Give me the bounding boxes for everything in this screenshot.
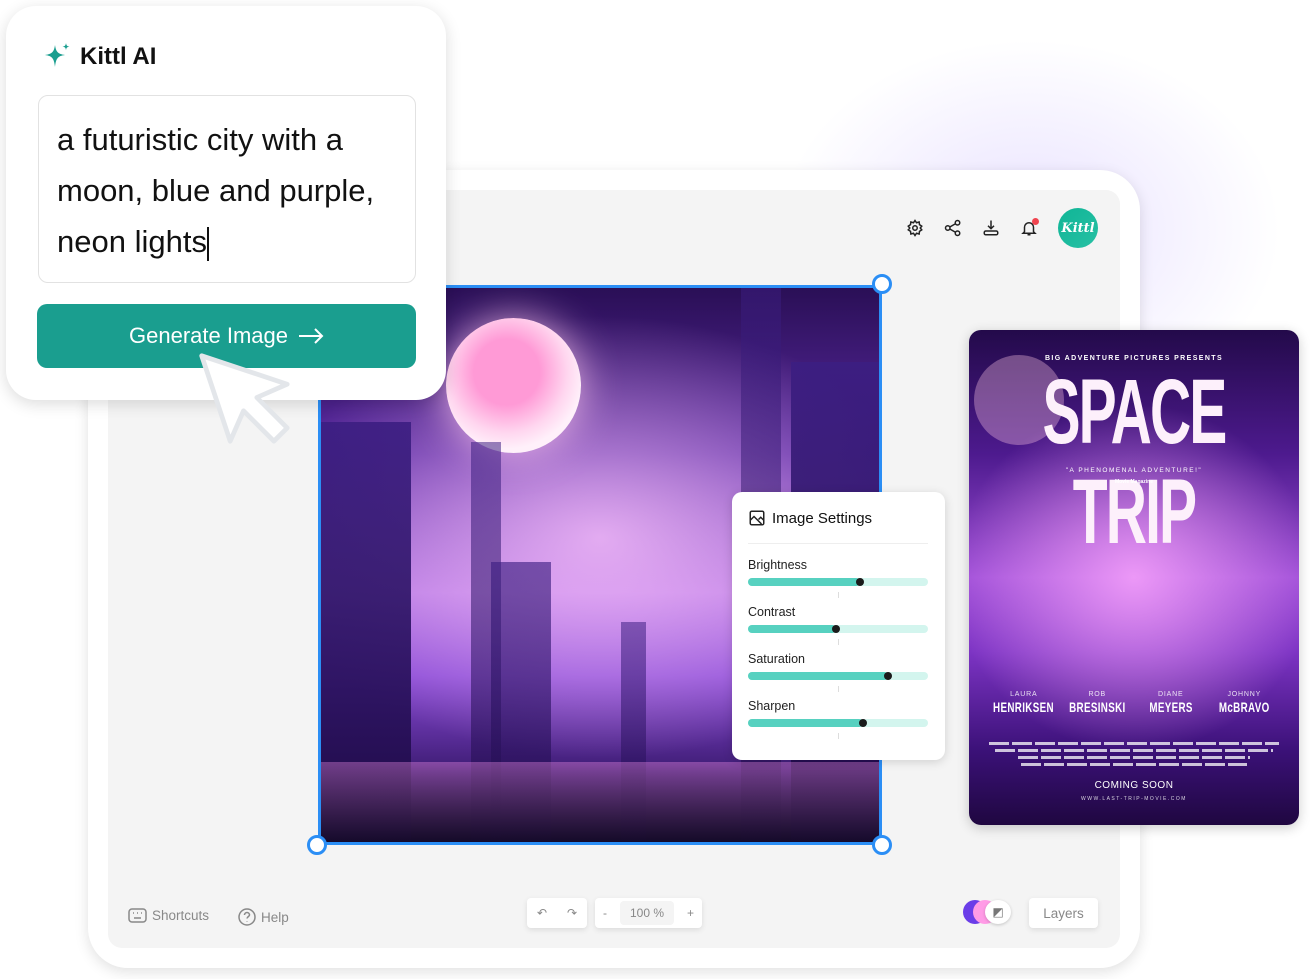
cast-member: JOHNNY McBRAVO (1218, 691, 1270, 715)
undo-redo-group: ↶ ↷ (527, 898, 587, 928)
slider-fill (748, 578, 860, 586)
top-toolbar (905, 218, 1039, 238)
kittl-ai-panel: Kittl AI a futuristic city with a moon, … (6, 6, 446, 400)
resize-handle-bottom-right[interactable] (872, 835, 892, 855)
slider-track[interactable] (748, 672, 928, 692)
cast-member: LAURA HENRIKSEN (993, 691, 1055, 715)
slider-fill (748, 625, 837, 633)
movie-poster[interactable]: BIG ADVENTURE PICTURES PRESENTS SPACE TR… (969, 330, 1299, 825)
slider-center-tick (838, 592, 839, 598)
arrow-right-icon (298, 328, 324, 344)
slider-track[interactable] (748, 578, 928, 598)
text-caret (206, 226, 209, 261)
layers-button[interactable]: Layers (1029, 898, 1098, 928)
download-icon[interactable] (981, 218, 1001, 238)
resize-handle-bottom-left[interactable] (307, 835, 327, 855)
zoom-control: - 100 % + (595, 898, 702, 928)
poster-coming-soon: COMING SOON (1094, 780, 1174, 791)
poster-url: WWW.LAST-TRIP-MOVIE.COM (1081, 796, 1187, 802)
palette-icon: ◩ (985, 900, 1011, 924)
prompt-input[interactable]: a futuristic city with a moon, blue and … (38, 95, 416, 283)
keyboard-icon (128, 908, 147, 923)
slider-label: Contrast (748, 605, 796, 619)
mouse-cursor-icon (199, 353, 290, 444)
resize-handle-top-right[interactable] (872, 274, 892, 294)
avatar[interactable]: Kittl (1058, 208, 1098, 248)
slider-center-tick (838, 686, 839, 692)
gear-icon[interactable] (905, 218, 925, 238)
slider-track[interactable] (748, 625, 928, 645)
slider-fill (748, 719, 864, 727)
slider-track[interactable] (748, 719, 928, 739)
notification-dot (1032, 218, 1039, 225)
undo-icon[interactable]: ↶ (537, 906, 547, 920)
help-icon (238, 908, 256, 926)
slider-fill (748, 672, 889, 680)
slider-knob[interactable] (855, 578, 864, 586)
slider-center-tick (838, 639, 839, 645)
shortcuts-button[interactable]: Shortcuts (128, 908, 209, 923)
divider (748, 543, 928, 544)
slider-center-tick (838, 733, 839, 739)
cast-member: DIANE MEYERS (1149, 691, 1193, 715)
bell-icon[interactable] (1019, 218, 1039, 238)
slider-sharpen[interactable]: Sharpen (748, 699, 928, 739)
color-mode-toggle[interactable]: ◩ (963, 900, 1013, 926)
poster-credits (989, 738, 1279, 770)
sparkle-icon (45, 43, 70, 67)
zoom-in-button[interactable]: + (687, 906, 694, 920)
moon-graphic (446, 318, 581, 453)
cast-member: ROB BRESINSKI (1069, 691, 1126, 715)
poster-quote: "A PHENOMENAL ADVENTURE!" (1065, 467, 1203, 474)
slider-contrast[interactable]: Contrast (748, 605, 928, 645)
poster-title: SPACE TRIP (1042, 361, 1228, 563)
poster-quote-source: Movie Magazine (1114, 479, 1154, 485)
zoom-out-button[interactable]: - (603, 906, 607, 920)
slider-brightness[interactable]: Brightness (748, 558, 928, 598)
poster-cast: LAURA HENRIKSEN ROB BRESINSKI DIANE MEYERS … (987, 690, 1281, 715)
slider-label: Sharpen (748, 699, 796, 713)
slider-label: Brightness (748, 558, 808, 572)
image-settings-panel: Image Settings Brightness Contrast Satur… (732, 492, 945, 760)
share-icon[interactable] (943, 218, 963, 238)
slider-knob[interactable] (832, 625, 841, 633)
slider-knob[interactable] (859, 719, 868, 727)
zoom-level[interactable]: 100 % (619, 901, 674, 925)
slider-label: Saturation (748, 652, 805, 666)
image-icon (749, 510, 765, 526)
ai-panel-title: Kittl AI (42, 42, 156, 72)
slider-saturation[interactable]: Saturation (748, 652, 928, 692)
redo-icon[interactable]: ↷ (567, 906, 577, 920)
help-button[interactable]: Help (238, 908, 289, 926)
slider-knob[interactable] (884, 672, 893, 680)
